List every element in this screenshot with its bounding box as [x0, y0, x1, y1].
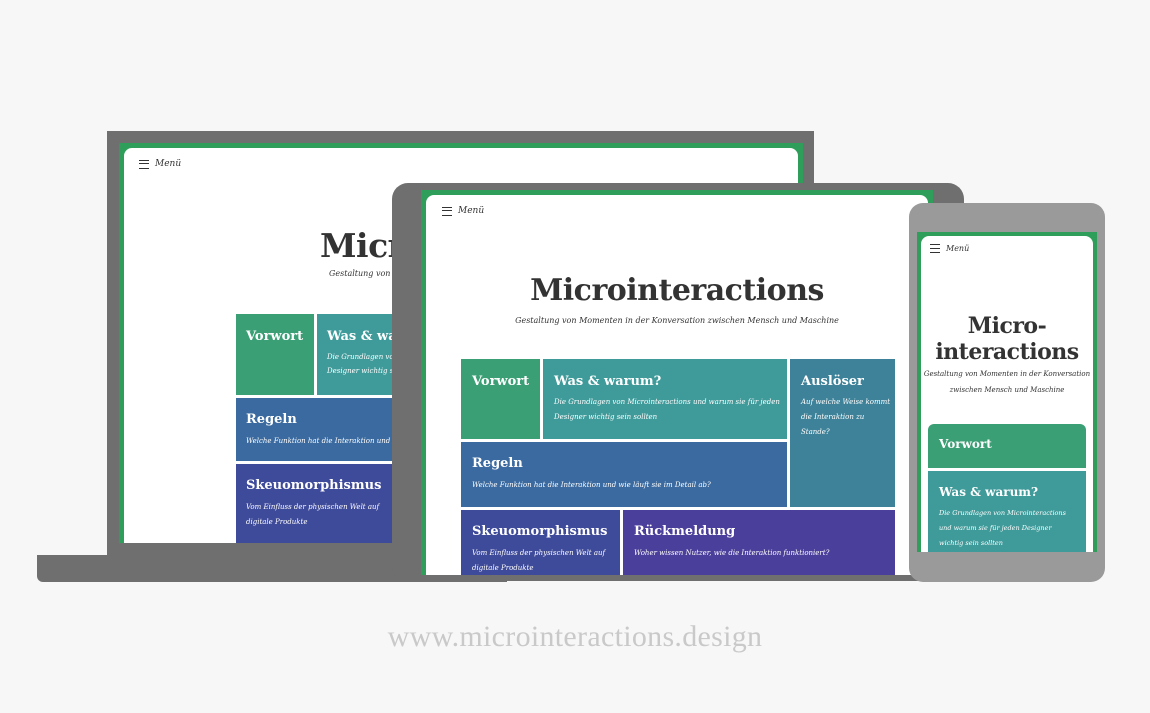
tablet-tile-ausloeser[interactable]: Auslöser Auf welche Weise kommt die Inte…: [790, 359, 895, 507]
tile-desc: digitale Produkte: [246, 518, 308, 526]
tablet-page-title: Microinteractions: [530, 273, 824, 308]
tile-title: Auslöser: [801, 374, 864, 389]
tile-desc: Vom Einfluss der physischen Welt auf: [246, 503, 380, 511]
tile-desc: Welche Funktion hat die Interaktion und …: [472, 481, 711, 489]
tile-title: Vorwort: [939, 437, 992, 451]
tablet-screen: Menü Microinteractions Gestaltung von Mo…: [421, 190, 933, 575]
tile-desc: Welche Funktion hat die Interaktion und …: [246, 437, 401, 445]
tile-desc: Designer wichtig sein sollten: [554, 413, 658, 421]
tile-desc: wichtig sein sollten: [939, 539, 1003, 547]
tile-title: Regeln: [472, 456, 523, 471]
phone-page-title-line2: interactions: [935, 339, 1079, 365]
tablet-tile-rueckmeldung[interactable]: Rückmeldung Woher wissen Nutzer, wie die…: [623, 510, 895, 575]
tile-desc: Auf welche Weise kommt: [801, 398, 891, 406]
tile-desc: Woher wissen Nutzer, wie die Interaktion…: [634, 549, 830, 557]
hamburger-icon: [139, 159, 149, 169]
tile-title: Was & warum?: [939, 485, 1039, 499]
tile-desc: Die Grundlagen von Microinteractions und…: [554, 398, 780, 406]
hamburger-icon: [442, 206, 452, 216]
tile-title: Was & wa: [327, 329, 397, 344]
tablet-tile-was-warum[interactable]: Was & warum? Die Grundlagen von Microint…: [543, 359, 787, 439]
phone-page-title-line1: Micro-: [967, 313, 1047, 339]
phone-screen: Menü Micro- interactions Gestaltung von …: [917, 232, 1097, 552]
menu-label: Menü: [458, 206, 485, 216]
tile-title: Skeuomorphismus: [472, 524, 608, 539]
tile-title: Skeuomorphismus: [246, 478, 382, 493]
tile-desc: Vom Einfluss der physischen Welt auf: [472, 549, 606, 557]
tablet-tile-skeuomorphismus[interactable]: Skeuomorphismus Vom Einfluss der physisc…: [461, 510, 620, 575]
tablet-tile-vorwort[interactable]: Vorwort: [461, 359, 540, 439]
tile-desc: digitale Produkte: [472, 564, 534, 572]
tablet-page-subtitle: Gestaltung von Momenten in der Konversat…: [515, 316, 839, 325]
hamburger-icon: [930, 244, 940, 253]
tile-desc: die Interaktion zu: [801, 413, 865, 421]
tile-desc: Designer wichtig se: [327, 367, 398, 375]
tablet-tile-regeln[interactable]: Regeln Welche Funktion hat die Interakti…: [461, 442, 787, 507]
menu-label: Menü: [946, 244, 970, 253]
laptop-tile-vorwort[interactable]: Vorwort: [236, 314, 314, 395]
tile-desc: Stande?: [801, 428, 830, 436]
tile-title: Vorwort: [246, 329, 304, 344]
phone-page-subtitle-line1: Gestaltung von Momenten in der Konversat…: [923, 370, 1091, 378]
phone-page-subtitle-line2: zwischen Mensch und Maschine: [949, 386, 1065, 394]
tablet-menu-button[interactable]: Menü: [442, 206, 484, 216]
laptop-menu-button[interactable]: Menü: [139, 159, 181, 169]
tile-title: Vorwort: [472, 374, 530, 389]
tile-title: Regeln: [246, 412, 297, 427]
site-url[interactable]: www.microinteractions.design: [0, 620, 1150, 654]
tile-desc: Die Grundlagen vo: [327, 353, 394, 361]
tile-title: Was & warum?: [554, 374, 662, 389]
tile-desc: Die Grundlagen von Microinteractions: [939, 509, 1066, 517]
phone-tile-vorwort[interactable]: Vorwort: [928, 424, 1086, 468]
tile-desc: und warum sie für jeden Designer: [939, 524, 1052, 532]
menu-label: Menü: [155, 159, 182, 169]
phone-menu-button[interactable]: Menü: [930, 244, 969, 253]
tile-title: Rückmeldung: [634, 524, 736, 539]
phone-tile-was-warum[interactable]: Was & warum? Die Grundlagen von Microint…: [928, 471, 1086, 552]
